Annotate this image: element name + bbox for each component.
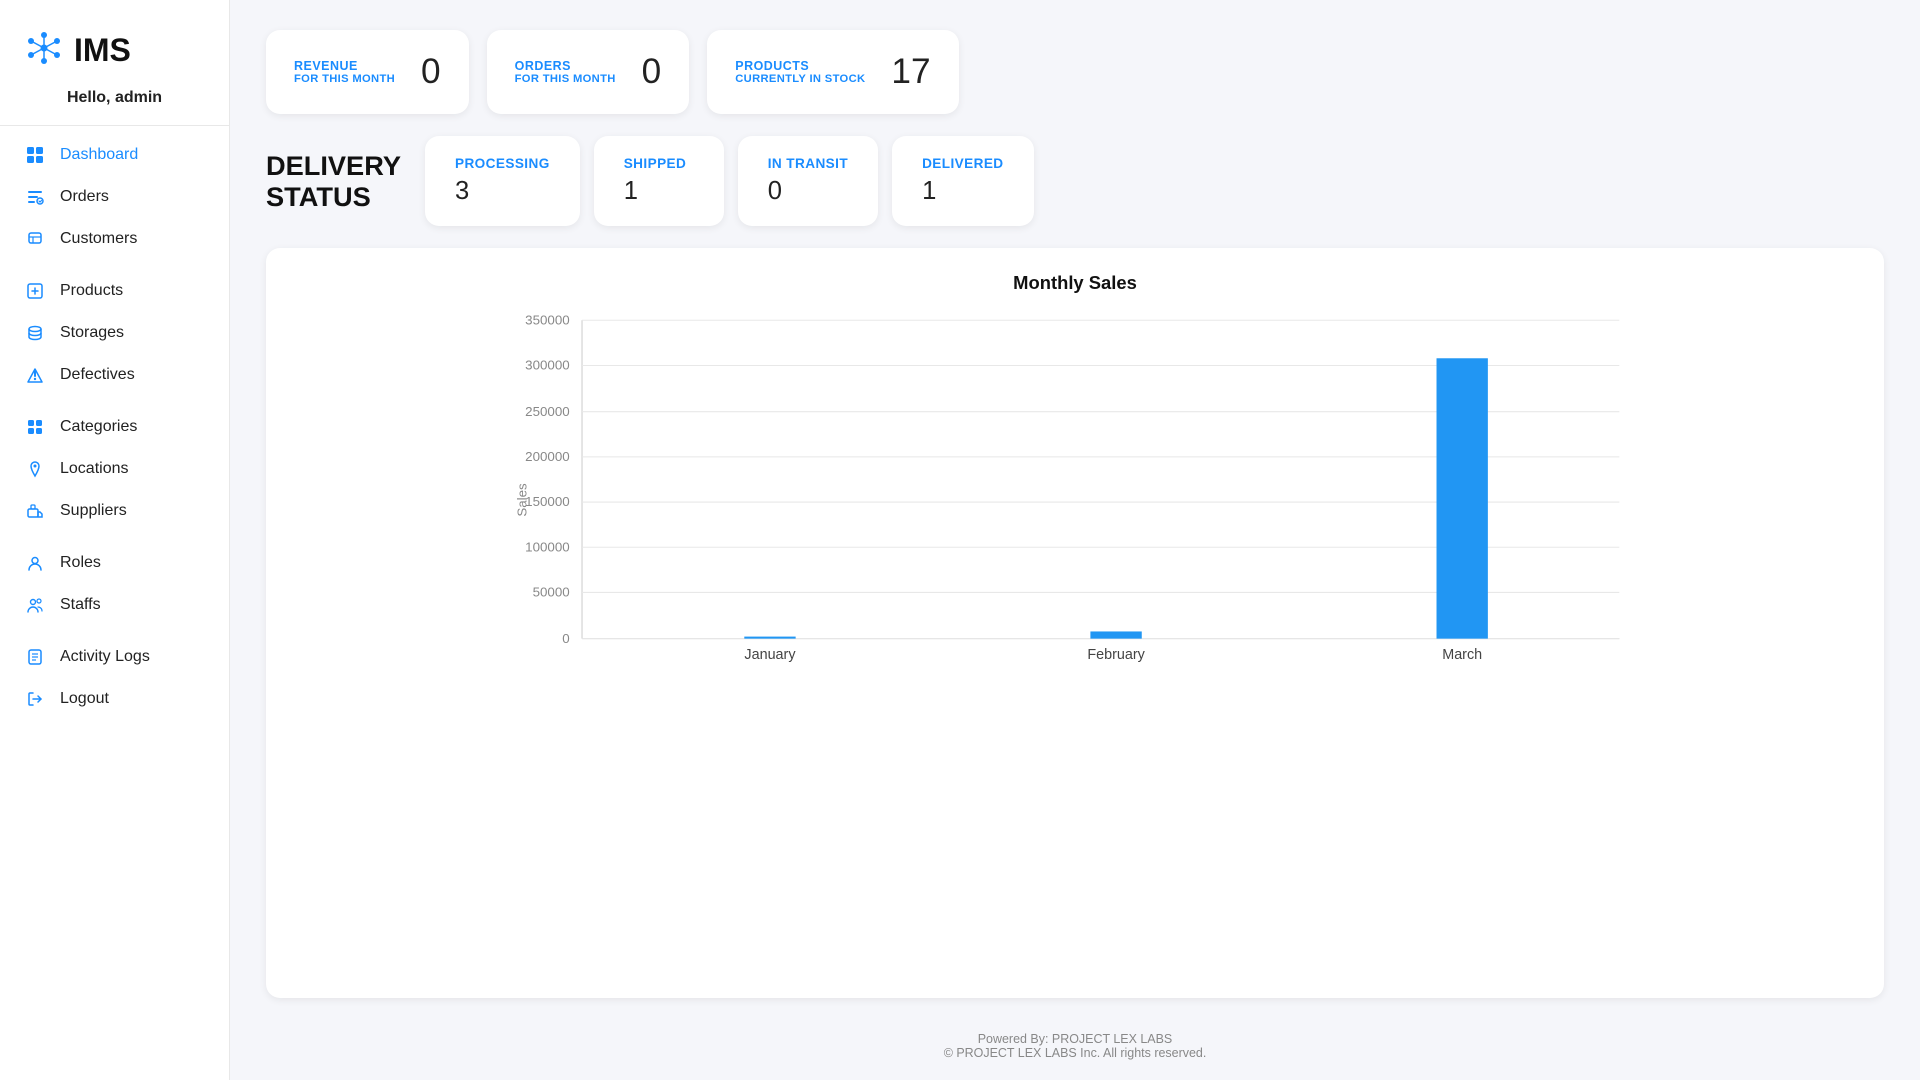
x-label-february: February [1087,647,1145,663]
y-tick-250000: 250000 [525,404,570,419]
in-transit-value: 0 [768,177,848,206]
defectives-icon [24,364,46,386]
products-subtitle: CURRENTLY IN STOCK [735,73,865,85]
logout-icon [24,688,46,710]
roles-icon [24,552,46,574]
delivered-label: DELIVERED [922,156,1003,171]
sidebar-label-activity-logs: Activity Logs [60,648,150,666]
sidebar: IMS Hello, admin Dashboard Orders Custom… [0,0,230,1080]
products-title: PRODUCTS [735,59,865,74]
sidebar-label-products: Products [60,282,123,300]
processing-label: PROCESSING [455,156,550,171]
main-content: REVENUE FOR THIS MONTH 0 ORDERS FOR THIS… [230,0,1920,1080]
sidebar-label-roles: Roles [60,554,101,572]
sidebar-label-locations: Locations [60,460,129,478]
y-tick-150000: 150000 [525,494,570,509]
sidebar-nav: Dashboard Orders Customers Products [0,134,229,1060]
storages-icon [24,322,46,344]
sidebar-label-orders: Orders [60,188,109,206]
stat-cards-row: REVENUE FOR THIS MONTH 0 ORDERS FOR THIS… [266,30,1884,114]
sidebar-divider [0,125,229,126]
footer-line1: Powered By: PROJECT LEX LABS [266,1032,1884,1046]
customers-icon [24,228,46,250]
delivered-value: 1 [922,177,1003,206]
sidebar-item-categories[interactable]: Categories [0,406,229,448]
sidebar-item-defectives[interactable]: Defectives [0,354,229,396]
processing-value: 3 [455,177,550,206]
chart-svg: 0 50000 100000 150000 200000 250000 3000… [290,310,1860,690]
sidebar-label-defectives: Defectives [60,366,135,384]
bar-march [1437,358,1488,638]
sidebar-item-orders[interactable]: Orders [0,176,229,218]
sidebar-item-customers[interactable]: Customers [0,218,229,260]
sidebar-label-suppliers: Suppliers [60,502,127,520]
shipped-label: SHIPPED [624,156,694,171]
chart-area: 0 50000 100000 150000 200000 250000 3000… [290,310,1860,690]
sidebar-label-storages: Storages [60,324,124,342]
y-tick-0: 0 [562,631,569,646]
y-tick-100000: 100000 [525,539,570,554]
bar-january [744,637,795,639]
sidebar-label-staffs: Staffs [60,596,101,614]
sidebar-label-customers: Customers [60,230,137,248]
monthly-sales-chart-section: Monthly Sales 0 50000 100000 [266,248,1884,998]
y-tick-200000: 200000 [525,449,570,464]
sidebar-item-roles[interactable]: Roles [0,542,229,584]
greeting: Hello, admin [0,89,229,107]
products-value: 17 [891,52,930,92]
in-transit-label: IN TRANSIT [768,156,848,171]
sidebar-item-staffs[interactable]: Staffs [0,584,229,626]
stat-card-orders: ORDERS FOR THIS MONTH 0 [487,30,690,114]
sidebar-item-dashboard[interactable]: Dashboard [0,134,229,176]
orders-icon [24,186,46,208]
locations-icon [24,458,46,480]
sidebar-item-storages[interactable]: Storages [0,312,229,354]
delivery-card-delivered: DELIVERED 1 [892,136,1033,226]
y-tick-300000: 300000 [525,358,570,373]
sidebar-item-products[interactable]: Products [0,270,229,312]
app-title: IMS [74,32,131,69]
delivery-card-shipped: SHIPPED 1 [594,136,724,226]
sidebar-item-suppliers[interactable]: Suppliers [0,490,229,532]
sidebar-label-logout: Logout [60,690,109,708]
sidebar-item-activity-logs[interactable]: Activity Logs [0,636,229,678]
delivery-title: DELIVERYSTATUS [266,150,401,213]
revenue-title: REVENUE [294,59,395,74]
delivery-title-box: DELIVERYSTATUS [266,136,411,226]
y-tick-50000: 50000 [533,585,570,600]
activity-icon [24,646,46,668]
dashboard-icon [24,144,46,166]
y-axis-label: Sales [515,483,530,517]
bar-february [1090,631,1141,638]
chart-title: Monthly Sales [290,272,1860,294]
orders-value: 0 [642,52,662,92]
x-label-january: January [744,647,796,663]
y-tick-350000: 350000 [525,312,570,327]
sidebar-item-locations[interactable]: Locations [0,448,229,490]
revenue-subtitle: FOR THIS MONTH [294,73,395,85]
sidebar-label-dashboard: Dashboard [60,146,138,164]
stat-card-products: PRODUCTS CURRENTLY IN STOCK 17 [707,30,958,114]
footer: Powered By: PROJECT LEX LABS © PROJECT L… [266,1022,1884,1060]
sidebar-label-categories: Categories [60,418,137,436]
delivery-section: DELIVERYSTATUS PROCESSING 3 SHIPPED 1 IN… [266,136,1884,226]
delivery-card-in-transit: IN TRANSIT 0 [738,136,878,226]
sidebar-item-logout[interactable]: Logout [0,678,229,720]
x-label-march: March [1442,647,1482,663]
shipped-value: 1 [624,177,694,206]
revenue-value: 0 [421,52,441,92]
products-icon [24,280,46,302]
delivery-card-processing: PROCESSING 3 [425,136,580,226]
orders-title: ORDERS [515,59,616,74]
footer-line2: © PROJECT LEX LABS Inc. All rights reser… [266,1046,1884,1060]
logo-area: IMS [0,0,229,83]
staffs-icon [24,594,46,616]
orders-subtitle: FOR THIS MONTH [515,73,616,85]
suppliers-icon [24,500,46,522]
stat-card-revenue: REVENUE FOR THIS MONTH 0 [266,30,469,114]
categories-icon [24,416,46,438]
app-logo-icon [24,28,64,73]
